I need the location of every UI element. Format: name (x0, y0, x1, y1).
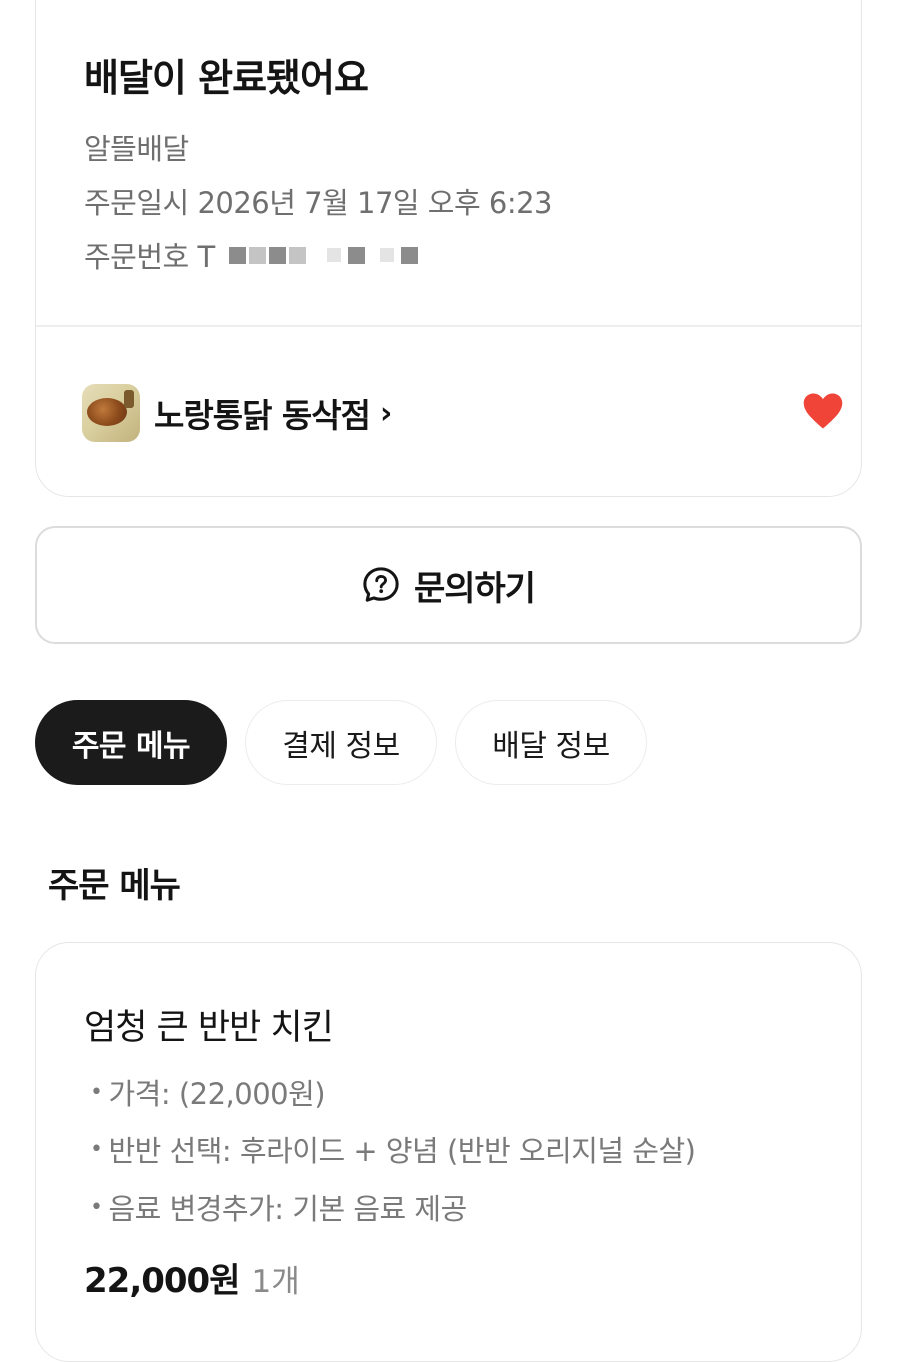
menu-option: • 가격: (22,000원) (90, 1071, 326, 1113)
bullet-icon: • (90, 1136, 103, 1162)
heart-icon[interactable] (802, 391, 844, 431)
store-name[interactable]: 노랑통닭 동삭점 (154, 389, 371, 437)
item-price: 22,000원 (84, 1261, 240, 1301)
inquiry-button[interactable]: 문의하기 (35, 526, 862, 644)
menu-option-text: 음료 변경추가: 기본 음료 제공 (108, 1192, 467, 1226)
menu-option: • 음료 변경추가: 기본 음료 제공 (90, 1186, 467, 1228)
store-thumbnail (82, 384, 140, 442)
price-row: 22,000원 1개 (84, 1253, 300, 1302)
chevron-right-icon: › (380, 395, 393, 431)
bullet-icon: • (90, 1194, 103, 1220)
detail-tabs: 주문 메뉴 결제 정보 배달 정보 (35, 700, 647, 785)
section-title: 주문 메뉴 (48, 866, 181, 906)
order-number-label: 주문번호 T (84, 240, 215, 274)
divider (36, 325, 861, 327)
question-chat-icon (363, 567, 399, 602)
masked-order-number (228, 246, 418, 264)
tab-order-menu[interactable]: 주문 메뉴 (35, 700, 227, 785)
bullet-icon: • (90, 1079, 103, 1105)
menu-item-name: 엄청 큰 반반 치킨 (84, 1008, 334, 1048)
delivery-type: 알뜰배달 (84, 132, 189, 166)
menu-item-card: 엄청 큰 반반 치킨 • 가격: (22,000원) • 반반 선택: 후라이드… (35, 942, 862, 1362)
tab-delivery-info[interactable]: 배달 정보 (455, 700, 647, 785)
item-quantity: 1개 (251, 1264, 300, 1300)
store-link[interactable]: 노랑통닭 동삭점 › (82, 383, 843, 443)
order-number: 주문번호 T (84, 234, 418, 276)
menu-option-text: 가격: (22,000원) (108, 1077, 326, 1111)
menu-option: • 반반 선택: 후라이드 + 양념 (반반 오리지널 순살) (90, 1128, 696, 1170)
status-title: 배달이 완료됐어요 (84, 56, 369, 100)
menu-option-text: 반반 선택: 후라이드 + 양념 (반반 오리지널 순살) (108, 1134, 696, 1168)
order-status-card: 배달이 완료됐어요 알뜰배달 주문일시 2026년 7월 17일 오후 6:23… (35, 0, 862, 497)
tab-payment-info[interactable]: 결제 정보 (245, 700, 437, 785)
order-date: 주문일시 2026년 7월 17일 오후 6:23 (84, 186, 553, 220)
inquiry-label: 문의하기 (413, 568, 536, 609)
